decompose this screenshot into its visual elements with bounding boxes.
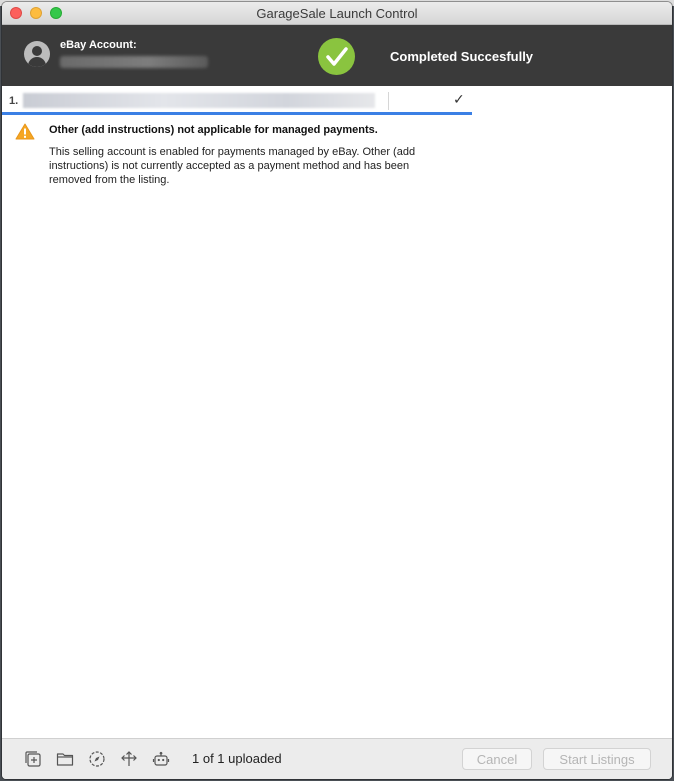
account-value-redacted [60, 56, 208, 68]
upload-status: 1 of 1 uploaded [192, 751, 282, 766]
status-header: eBay Account: Completed Succesfully [2, 25, 672, 86]
bottom-toolbar: 1 of 1 uploaded Cancel Start Listings [2, 738, 672, 779]
robot-icon[interactable] [152, 750, 170, 768]
listing-row[interactable]: 1. ✓ [2, 86, 472, 114]
message-title: Other (add instructions) not applicable … [49, 124, 378, 136]
title-bar[interactable]: GarageSale Launch Control [2, 2, 672, 25]
move-icon[interactable] [120, 750, 138, 768]
warning-icon [15, 123, 35, 145]
listing-title-redacted [23, 93, 375, 108]
add-icon[interactable] [24, 750, 42, 768]
success-check-icon [318, 38, 355, 75]
selection-indicator [2, 112, 472, 115]
account-avatar-icon [24, 41, 50, 67]
compass-icon[interactable] [88, 750, 106, 768]
window-title: GarageSale Launch Control [256, 6, 418, 21]
listing-number: 1. [9, 95, 19, 107]
cancel-button[interactable]: Cancel [462, 748, 532, 770]
checkmark-icon: ✓ [453, 91, 465, 107]
account-label: eBay Account: [60, 39, 137, 51]
launch-control-window: GarageSale Launch Control eBay Account: … [2, 2, 672, 779]
folder-icon[interactable] [56, 750, 74, 768]
start-listings-button[interactable]: Start Listings [543, 748, 651, 770]
message-body: This selling account is enabled for paym… [49, 146, 416, 186]
status-text: Completed Succesfully [390, 49, 534, 64]
row-divider [388, 92, 389, 110]
